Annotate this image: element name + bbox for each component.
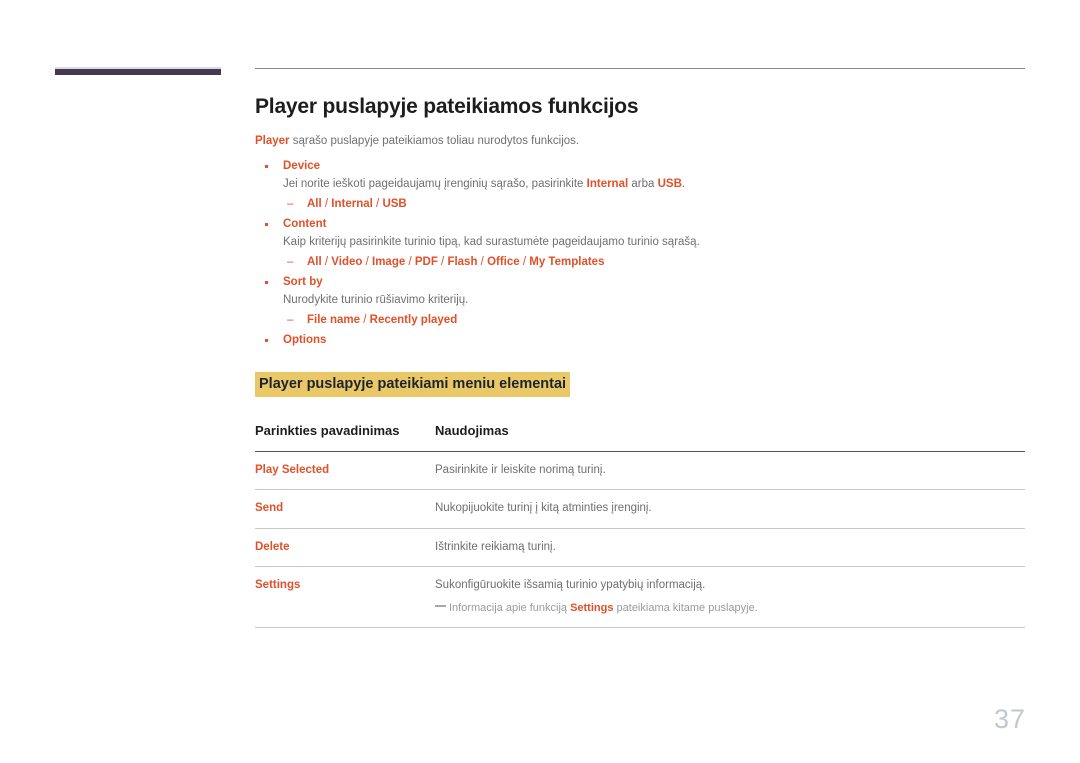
note-post-text: pateikiama kitame puslapyje. [613,602,758,615]
page-title: Player puslapyje pateikiamos funkcijos [255,95,639,118]
table-body: Play Selected Pasirinkite ir leiskite no… [255,451,1025,628]
usage-note: Informacija apie funkciją Settings patei… [435,601,1025,616]
table-header-row: Parinkties pavadinimas Naudojimas [255,423,1025,452]
section-heading-wrapper: Player puslapyje pateikiami meniu elemen… [255,372,1025,398]
bullet-dot-icon [265,339,268,343]
note-dash-icon [435,605,446,608]
desc-part-post: . [681,178,686,191]
decorative-plum-bar [55,67,221,75]
table-cell-usage: Ištrinkite reikiamą turinį. [435,528,1025,567]
option-value: All [307,197,322,210]
highlighted-section-heading: Player puslapyje pateikiami meniu elemen… [255,372,571,398]
table-row: Settings Sukonfigūruokite išsamią turini… [255,566,1025,628]
feature-label-device: Device [255,158,1025,176]
feature-label-text: Device [283,160,321,173]
table-cell-usage: Pasirinkite ir leiskite norimą turinį. [435,451,1025,491]
note-term-settings: Settings [570,602,614,615]
intro-rest-text: sąrašo puslapyje pateikiamos toliau nuro… [289,135,580,147]
option-value: Flash [447,255,478,268]
table-row: Delete Ištrinkite reikiamą turinį. [255,528,1025,567]
document-content-column: Player puslapyje pateikiamos funkcijos P… [255,68,1025,628]
bullet-dot-icon [265,223,268,227]
table-cell-option-name: Settings [255,566,435,628]
note-pre-text: Informacija apie funkciją [449,602,571,615]
option-value: Image [372,255,406,268]
desc-term-internal: Internal [586,178,629,191]
usage-main-text: Sukonfigūruokite išsamią turinio ypatybi… [435,578,706,591]
option-value: USB [382,197,407,210]
list-item: Options [255,332,1025,350]
en-dash-icon: – [287,255,294,268]
en-dash-icon: – [287,313,294,326]
option-value: Internal [331,197,373,210]
option-value: Office [487,255,520,268]
table-header: Parinkties pavadinimas Naudojimas [255,423,1025,452]
bullet-dot-icon [265,281,268,285]
feature-options-sort-by: – File name / Recently played [255,311,1025,329]
feature-description-sort-by: Nurodykite turinio rūšiavimo kriterijų. [283,294,469,307]
desc-term-usb: USB [657,178,682,191]
feature-label-text: Sort by [283,276,323,289]
en-dash-icon: – [287,197,294,210]
option-value: My Templates [529,255,605,268]
option-value: All [307,255,322,268]
table-cell-option-name: Send [255,489,435,529]
top-horizontal-rule [255,68,1025,69]
feature-description-device: Jei norite ieškoti pageidaujamų įrengini… [255,176,1025,194]
option-value: File name [307,313,361,326]
table-row: Play Selected Pasirinkite ir leiskite no… [255,451,1025,491]
page-number: 37 [993,704,1026,734]
intro-lead-term: Player [255,135,290,147]
desc-part-mid: arba [628,178,658,191]
table-cell-usage-settings: Sukonfigūruokite išsamią turinio ypatybi… [435,566,1025,628]
feature-list: Device Jei norite ieškoti pageidaujamų į… [255,158,1025,350]
option-value: PDF [414,255,438,268]
feature-options-device: – All / Internal / USB [255,195,1025,213]
option-value: Video [331,255,363,268]
feature-options-content: – All / Video / Image / PDF / Flash / Of… [255,253,1025,271]
feature-label-content: Content [255,216,1025,234]
feature-label-sort-by: Sort by [255,274,1025,292]
table-row: Send Nukopijuokite turinį į kitą atminti… [255,489,1025,529]
feature-label-text: Options [283,334,327,347]
desc-part-pre: Jei norite ieškoti pageidaujamų įrengini… [283,178,587,191]
intro-paragraph: Player sąrašo puslapyje pateikiamos toli… [255,133,1025,150]
column-header-option-name: Parinkties pavadinimas [255,423,400,439]
feature-label-options: Options [255,332,1025,350]
feature-label-text: Content [283,218,327,231]
menu-items-table: Parinkties pavadinimas Naudojimas Play S… [255,423,1025,628]
table-cell-usage: Nukopijuokite turinį į kitą atminties įr… [435,489,1025,529]
bullet-dot-icon [265,165,268,169]
list-item: Sort by Nurodykite turinio rūšiavimo kri… [255,274,1025,329]
table-cell-option-name: Delete [255,528,435,567]
list-item: Content Kaip kriterijų pasirinkite turin… [255,216,1025,271]
list-item: Device Jei norite ieškoti pageidaujamų į… [255,158,1025,213]
table-cell-option-name: Play Selected [255,451,435,491]
column-header-usage: Naudojimas [435,423,509,439]
option-value: Recently played [369,313,458,326]
feature-description-content: Kaip kriterijų pasirinkite turinio tipą,… [283,236,700,249]
